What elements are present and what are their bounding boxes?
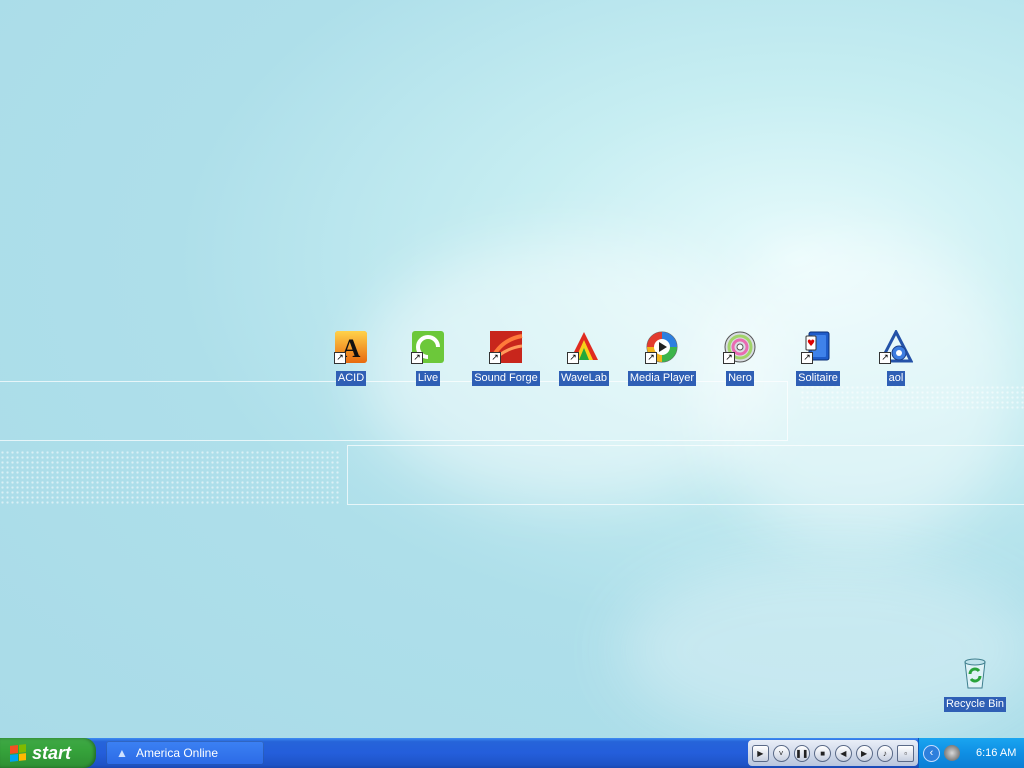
solitaire-icon: ♥ ↗ (801, 330, 835, 364)
sound-forge-icon: ↗ (488, 330, 523, 365)
start-label: start (32, 742, 72, 763)
shortcut-arrow-icon: ↗ (879, 352, 891, 364)
desktop-icon-label: Media Player (627, 371, 697, 386)
pause-icon[interactable]: ❚❚ (793, 744, 811, 762)
desktop-icon-aol[interactable]: ↗ aol (858, 328, 934, 386)
chevron-left-icon[interactable]: ‹ (923, 744, 940, 762)
desktop-icon-label: aol (886, 371, 906, 386)
media-player-icon[interactable]: ▶ (752, 744, 769, 762)
shortcut-arrow-icon: ↗ (723, 352, 735, 364)
svg-text:♥: ♥ (807, 339, 815, 349)
desktop-icon-label: Live (415, 371, 441, 386)
desktop-icon-recycle-bin[interactable]: Recycle Bin (937, 656, 1013, 712)
stop-icon[interactable]: ■ (814, 744, 831, 762)
live-icon: ↗ (411, 330, 445, 364)
desktop-icon-label: Sound Forge (472, 371, 540, 386)
desktop-icon-label: Solitaire (796, 371, 840, 386)
aol-icon: ▲ (116, 746, 128, 760)
wallpaper-frame (0, 381, 788, 441)
taskbar: start ▲ America Online ▶ ˅ ❚❚ ■ ◀ ▶ ♪ ▫ … (0, 738, 1024, 768)
volume-icon[interactable]: ♪ (876, 744, 894, 762)
media-player-icon: ↗ (645, 330, 679, 364)
wallpaper-dots (0, 450, 340, 505)
desktop-icon-label: Nero (726, 371, 754, 386)
desktop-icon-label: WaveLab (558, 371, 610, 386)
chevron-down-icon[interactable]: ˅ (772, 744, 790, 762)
aol-icon: ↗ (878, 328, 914, 364)
shortcut-arrow-icon: ↗ (411, 352, 423, 364)
shortcut-arrow-icon: ↗ (801, 352, 813, 364)
start-button[interactable]: start (0, 738, 96, 768)
desktop-icon-label: Recycle Bin (943, 697, 1007, 712)
shortcut-arrow-icon: ↗ (645, 352, 657, 364)
desktop-icon-media-player[interactable]: ↗ Media Player (624, 330, 700, 386)
desktop-icon-label: ACID (335, 371, 367, 386)
desktop[interactable]: A ↗ ACID ↗ Live ↗ Sound Forge ↗ WaveLab … (0, 0, 1024, 738)
desktop-icon-nero[interactable]: ↗ Nero (702, 330, 778, 386)
volume-tray-icon[interactable] (944, 745, 960, 761)
shortcut-arrow-icon: ↗ (567, 352, 579, 364)
restore-icon[interactable]: ▫ (897, 744, 914, 762)
previous-track-icon[interactable]: ◀ (835, 744, 852, 762)
wallpaper-frame (347, 445, 1024, 505)
taskbar-button-america-online[interactable]: ▲ America Online (106, 741, 264, 765)
taskbar-button-label: America Online (136, 746, 219, 760)
nero-icon: ↗ (723, 330, 757, 364)
wallpaper-dots (800, 385, 1024, 410)
next-track-icon[interactable]: ▶ (855, 744, 873, 762)
clock[interactable]: 6:16 AM (976, 747, 1016, 759)
windows-logo-icon (10, 744, 26, 762)
acid-icon: A ↗ (334, 330, 368, 364)
recycle-bin-icon (958, 656, 992, 690)
desktop-icon-solitaire[interactable]: ♥ ↗ Solitaire (780, 330, 856, 386)
media-player-toolbar: ▶ ˅ ❚❚ ■ ◀ ▶ ♪ ▫ (748, 740, 918, 766)
desktop-icon-live[interactable]: ↗ Live (390, 330, 466, 386)
desktop-icon-sound-forge[interactable]: ↗ Sound Forge (468, 330, 544, 386)
shortcut-arrow-icon: ↗ (334, 352, 346, 364)
wavelab-icon: ↗ (567, 330, 601, 364)
desktop-icon-wavelab[interactable]: ↗ WaveLab (546, 330, 622, 386)
system-tray: ‹ 6:16 AM (918, 738, 1024, 768)
shortcut-arrow-icon: ↗ (489, 352, 501, 364)
desktop-icon-acid[interactable]: A ↗ ACID (313, 330, 389, 386)
